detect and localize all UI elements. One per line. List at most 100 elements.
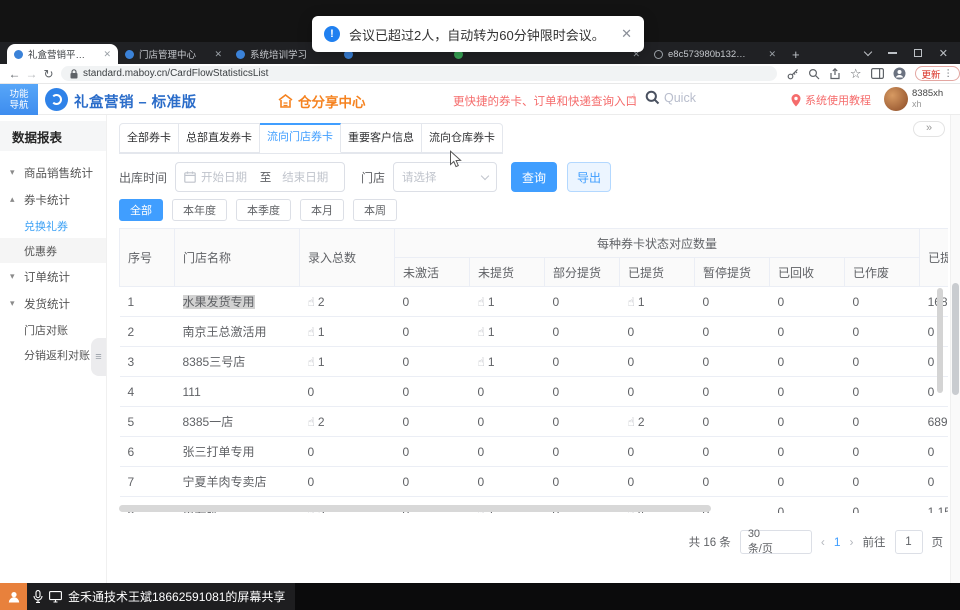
- window-close-icon[interactable]: ✕: [939, 47, 948, 60]
- tutorial-link[interactable]: 系统使用教程: [791, 92, 871, 108]
- cell-count-link[interactable]: 1: [638, 295, 645, 309]
- export-button[interactable]: 导出: [567, 162, 611, 192]
- cell-count-link[interactable]: 1: [318, 355, 325, 369]
- page-size-select[interactable]: 30条/页: [740, 530, 812, 554]
- function-nav-button[interactable]: 功能 导航: [0, 84, 38, 115]
- forward-icon[interactable]: →: [23, 67, 40, 81]
- current-page[interactable]: 1: [834, 535, 841, 549]
- cell-status-count: ☝1: [470, 317, 545, 347]
- content-tab[interactable]: 重要客户信息: [341, 123, 422, 153]
- cell-amount: 689.0: [920, 407, 948, 437]
- favicon-icon: [236, 50, 245, 59]
- tab-search-icon[interactable]: [864, 47, 872, 55]
- table-row: 2南京王总激活用☝10☝1000000: [120, 317, 949, 347]
- cell-count-link[interactable]: 2: [318, 415, 325, 429]
- quick-filter-button[interactable]: 全部: [119, 199, 163, 221]
- sidebar-item[interactable]: ▴券卡统计: [0, 186, 106, 213]
- pin-icon: [791, 94, 801, 107]
- bookmark-star-icon[interactable]: ☆: [850, 69, 862, 79]
- sidebar-item[interactable]: ▾发货统计: [0, 290, 106, 317]
- prev-page-icon[interactable]: ‹: [821, 535, 825, 549]
- quick-filter-button[interactable]: 本周: [353, 199, 397, 221]
- horizontal-scrollbar[interactable]: [119, 505, 711, 512]
- menu-dots-icon[interactable]: ⋮: [944, 68, 954, 79]
- table-header-status: 已作废: [845, 258, 920, 287]
- app-title: 礼盒营销 – 标准版: [74, 91, 197, 112]
- amount-value: 0: [928, 325, 935, 339]
- address-bar[interactable]: standard.maboy.cn/CardFlowStatisticsList: [61, 66, 777, 81]
- share-center-link[interactable]: 仓分享中心: [278, 91, 366, 111]
- pointer-icon: ☝: [308, 355, 315, 369]
- cell-count-link[interactable]: 1: [318, 325, 325, 339]
- sidebar-item[interactable]: ▾订单统计: [0, 263, 106, 290]
- cell-store-name: 8385一店: [175, 407, 300, 437]
- table-header-col-total: 录入总数: [300, 229, 395, 287]
- cell-status-count: 0: [620, 347, 695, 377]
- content-tab[interactable]: 总部直发券卡: [179, 123, 260, 153]
- zoom-icon[interactable]: [808, 68, 820, 80]
- browser-tab-hash[interactable]: e8c573980b1328a258fd2e6f8 ✕: [647, 44, 783, 64]
- cell-entry-total: ☝1: [300, 317, 395, 347]
- cell-value: 0: [308, 385, 315, 399]
- back-icon[interactable]: ←: [6, 67, 23, 81]
- next-page-icon[interactable]: ›: [850, 535, 854, 549]
- date-range-input[interactable]: 开始日期 至 结束日期: [175, 162, 345, 192]
- sidepanel-icon[interactable]: [871, 68, 884, 79]
- cell-status-count: 0: [395, 377, 470, 407]
- start-date-input[interactable]: 开始日期: [201, 169, 255, 185]
- page-scrollbar-thumb[interactable]: [952, 283, 959, 395]
- filter-bar: 出库时间 开始日期 至 结束日期 门店 请选择 查询 导出: [119, 162, 611, 192]
- cell-value: 0: [403, 295, 410, 309]
- end-date-input[interactable]: 结束日期: [276, 169, 336, 185]
- cell-count-link[interactable]: 1: [488, 325, 495, 339]
- key-icon[interactable]: [787, 68, 799, 80]
- goto-page-input[interactable]: [895, 530, 923, 554]
- store-select[interactable]: 请选择: [393, 162, 497, 192]
- page-scrollbar[interactable]: [950, 115, 960, 583]
- sidebar-item[interactable]: 门店对账: [0, 317, 106, 342]
- cell-value: 0: [553, 325, 560, 339]
- quick-filter-button[interactable]: 本年度: [172, 199, 227, 221]
- maximize-icon[interactable]: [914, 49, 922, 57]
- cell-no: 1: [120, 287, 175, 317]
- user-avatar[interactable]: [884, 87, 908, 111]
- sidebar-item[interactable]: 优惠券: [0, 238, 106, 263]
- quick-filter-button[interactable]: 本月: [300, 199, 344, 221]
- content-tab[interactable]: 全部券卡: [119, 123, 179, 153]
- table-vertical-scrollbar[interactable]: [937, 288, 943, 393]
- cell-value: 0: [553, 295, 560, 309]
- cell-count-link[interactable]: 2: [638, 415, 645, 429]
- reload-icon[interactable]: ↻: [40, 67, 57, 81]
- content-tab[interactable]: 流向仓库券卡: [422, 123, 503, 153]
- sidebar-collapse-handle[interactable]: ≡: [91, 338, 106, 376]
- browser-update-button[interactable]: 更新 ⋮: [915, 66, 960, 81]
- search-button[interactable]: 查询: [511, 162, 557, 192]
- notification-close-icon[interactable]: ✕: [621, 26, 632, 42]
- new-tab-button[interactable]: +: [783, 44, 809, 64]
- share-icon[interactable]: [829, 68, 841, 80]
- table-row: 58385一店☝2000☝2000689.0: [120, 407, 949, 437]
- cell-status-count: 0: [845, 377, 920, 407]
- browser-tab-store-admin[interactable]: 门店管理中心 ✕: [118, 44, 229, 64]
- tab-close-icon[interactable]: ✕: [99, 49, 111, 60]
- cell-count-link[interactable]: 1: [488, 295, 495, 309]
- cell-status-count: 0: [470, 467, 545, 497]
- sidebar-item[interactable]: ▾商品销售统计: [0, 159, 106, 186]
- store-name: 南京王总激活用: [183, 325, 267, 339]
- tab-close-icon[interactable]: ✕: [210, 49, 222, 60]
- minimize-icon[interactable]: [888, 52, 897, 54]
- cell-count-link[interactable]: 1: [488, 355, 495, 369]
- tab-close-icon[interactable]: ✕: [764, 49, 776, 60]
- collapse-panel-button[interactable]: »: [913, 121, 945, 137]
- quick-search[interactable]: Quick: [645, 90, 696, 105]
- cell-value: 0: [478, 385, 485, 399]
- browser-tab-gift-admin[interactable]: 礼盒营销平台管理中心 ✕: [7, 44, 118, 64]
- cell-status-count: 0: [845, 407, 920, 437]
- profile-icon[interactable]: [893, 67, 906, 80]
- app-header: 功能 导航 礼盒营销 – 标准版 仓分享中心 更快捷的券卡、订单和快递查询入口 …: [0, 84, 960, 115]
- quick-filter-button[interactable]: 本季度: [236, 199, 291, 221]
- content-tab[interactable]: 流向门店券卡: [260, 123, 341, 153]
- cell-count-link[interactable]: 2: [318, 295, 325, 309]
- sidebar-item[interactable]: 兑换礼券: [0, 213, 106, 238]
- cell-value: 0: [703, 385, 710, 399]
